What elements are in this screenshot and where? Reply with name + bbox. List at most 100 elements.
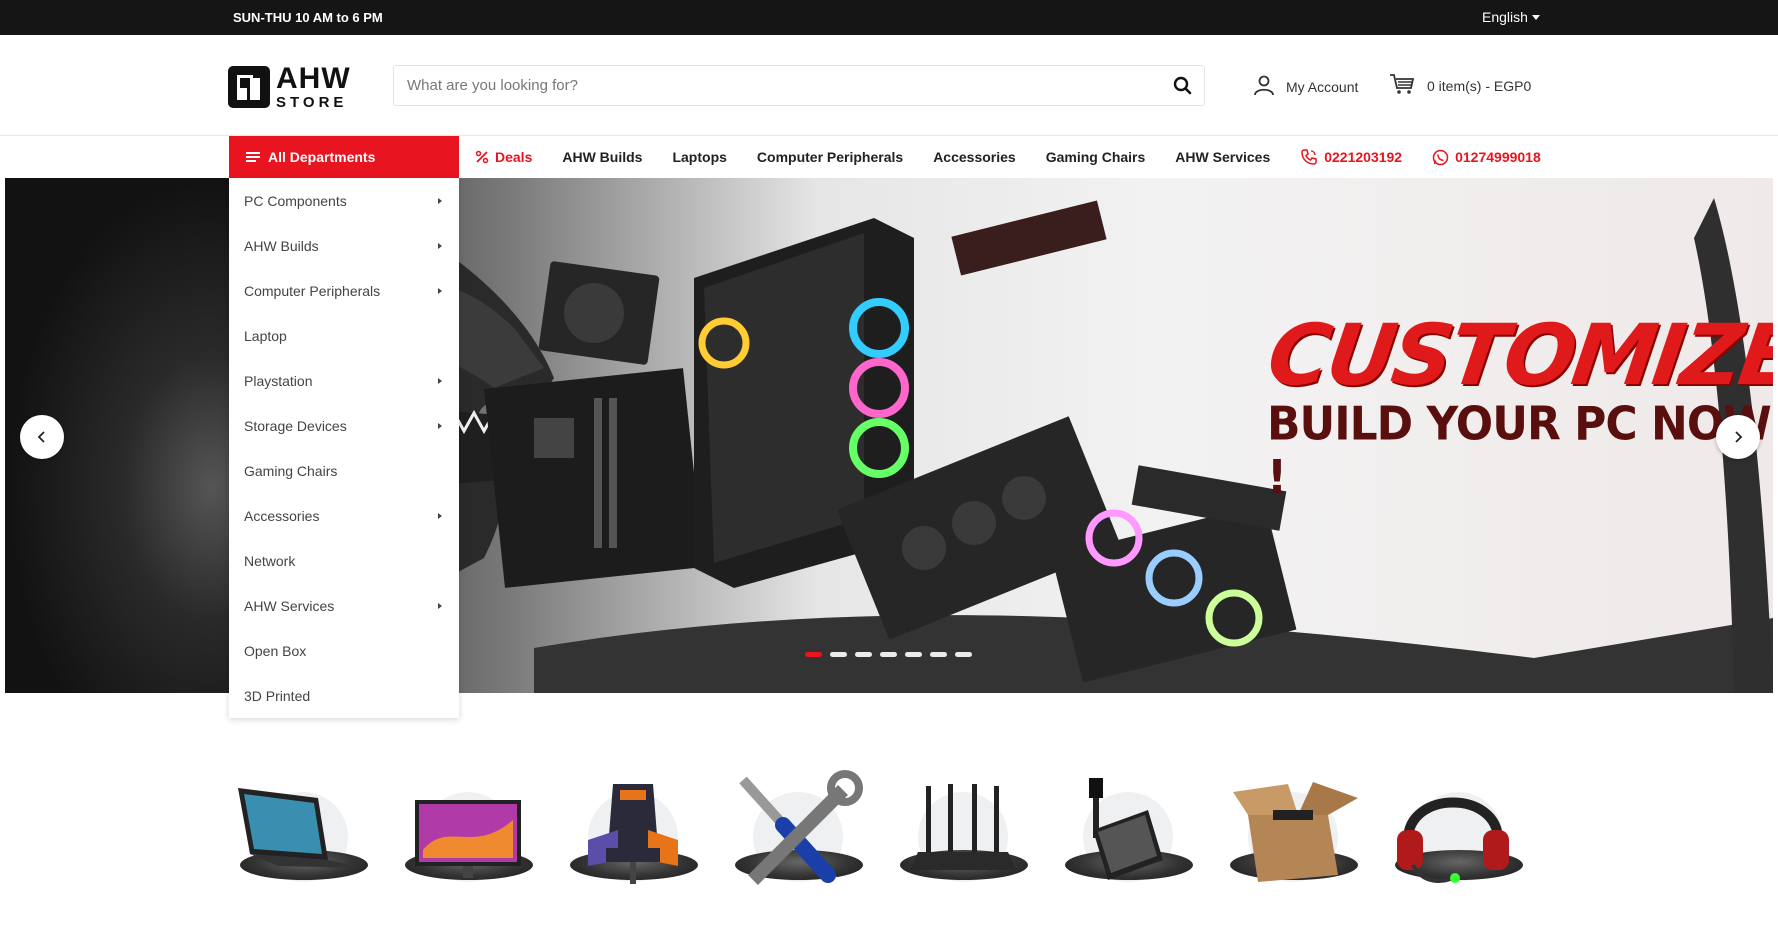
caret-down-icon: [1531, 14, 1540, 20]
dept-label: Computer Peripherals: [244, 282, 381, 299]
hero-headline: CUSTOMIZE: [1262, 306, 1773, 404]
whatsapp-icon: [1432, 149, 1449, 165]
dept-computer-peripherals[interactable]: Computer Peripherals: [229, 268, 459, 313]
phone-number: 0221203192: [1324, 149, 1403, 165]
search-bar: [393, 65, 1205, 106]
cart-link[interactable]: 0 item(s) - EGP0: [1389, 73, 1531, 98]
nav-deals-label: Deals: [495, 149, 533, 165]
user-icon: [1252, 73, 1276, 100]
top-bar: SUN-THU 10 AM to 6 PM English: [0, 0, 1778, 35]
dept-label: AHW Services: [244, 597, 335, 614]
dept-label: PC Components: [244, 192, 347, 209]
chevron-left-icon: [37, 431, 45, 443]
router-icon: [910, 784, 1016, 870]
dept-network[interactable]: Network: [229, 538, 459, 583]
dept-label: Open Box: [244, 642, 307, 659]
category-services[interactable]: [723, 770, 869, 910]
hero-subline: BUILD YOUR PC NOW !: [1267, 397, 1772, 505]
headset-icon: [1397, 797, 1509, 883]
phone-icon: [1301, 149, 1317, 165]
nav-ahw-services[interactable]: AHW Services: [1175, 149, 1270, 165]
search-icon[interactable]: [1172, 75, 1194, 97]
nav-deals[interactable]: Deals: [475, 149, 532, 165]
dept-label: Network: [244, 552, 296, 569]
cart-summary: 0 item(s) - EGP0: [1427, 77, 1532, 94]
dept-ahw-builds[interactable]: AHW Builds: [229, 223, 459, 268]
category-open-box[interactable]: [1218, 770, 1364, 910]
dept-label: Storage Devices: [244, 417, 347, 434]
working-hours: SUN-THU 10 AM to 6 PM: [233, 10, 383, 25]
my-account-link[interactable]: My Account: [1252, 73, 1358, 100]
whatsapp-number: 01274999018: [1455, 149, 1541, 165]
caret-right-icon: [438, 377, 442, 384]
category-laptop[interactable]: [228, 770, 374, 910]
dept-pc-components[interactable]: PC Components: [229, 178, 459, 223]
logo[interactable]: AHW STORE: [228, 64, 351, 110]
slider-dot[interactable]: [830, 652, 847, 657]
caret-right-icon: [438, 602, 442, 609]
dept-label: AHW Builds: [244, 237, 319, 254]
gaming-chair-icon: [588, 784, 678, 884]
nav-phone[interactable]: 0221203192: [1300, 148, 1402, 166]
category-accessories[interactable]: [1053, 770, 1199, 910]
header: AHW STORE My Account 0 item(s) - EGP0: [0, 35, 1778, 136]
caret-right-icon: [438, 287, 442, 294]
dept-laptop[interactable]: Laptop: [229, 313, 459, 358]
dept-label: Accessories: [244, 507, 320, 524]
slider-dot[interactable]: [955, 652, 972, 657]
language-label: English: [1482, 9, 1528, 25]
menu-icon: [246, 151, 260, 163]
caret-right-icon: [438, 512, 442, 519]
dept-label: Playstation: [244, 372, 313, 389]
nav-laptops[interactable]: Laptops: [672, 149, 726, 165]
slider-dot[interactable]: [880, 652, 897, 657]
slider-prev-button[interactable]: [20, 415, 64, 459]
nav-gaming-chairs[interactable]: Gaming Chairs: [1046, 149, 1146, 165]
open-box-icon: [1233, 782, 1358, 882]
laptop-icon: [238, 788, 363, 868]
logo-sub-text: STORE: [276, 94, 348, 111]
tools-icon: [739, 770, 863, 885]
monitor-icon: [415, 800, 521, 878]
dept-gaming-chairs[interactable]: Gaming Chairs: [229, 448, 459, 493]
dept-accessories[interactable]: Accessories: [229, 493, 459, 538]
search-input[interactable]: [394, 66, 1134, 105]
dept-storage-devices[interactable]: Storage Devices: [229, 403, 459, 448]
slider-dot[interactable]: [930, 652, 947, 657]
caret-right-icon: [438, 242, 442, 249]
slider-dot[interactable]: [855, 652, 872, 657]
nav-computer-peripherals[interactable]: Computer Peripherals: [757, 149, 903, 165]
dept-ahw-services[interactable]: AHW Services: [229, 583, 459, 628]
main-nav: All Departments Deals AHW Builds Laptops…: [0, 136, 1778, 178]
dept-label: 3D Printed: [244, 687, 311, 704]
dept-label: Gaming Chairs: [244, 462, 338, 479]
all-departments-button[interactable]: All Departments: [229, 136, 459, 178]
dept-3d-printed[interactable]: 3D Printed: [229, 673, 459, 718]
slider-dot[interactable]: [905, 652, 922, 657]
caret-right-icon: [438, 197, 442, 204]
departments-menu: PC Components AHW Builds Computer Periph…: [229, 178, 459, 718]
category-peripherals[interactable]: [1383, 770, 1529, 910]
category-network[interactable]: [888, 770, 1034, 910]
chevron-right-icon: [1735, 431, 1743, 443]
nav-ahw-builds[interactable]: AHW Builds: [562, 149, 642, 165]
logo-mark-icon: [228, 66, 270, 108]
category-icons-row: [228, 770, 1548, 926]
dept-open-box[interactable]: Open Box: [229, 628, 459, 673]
slider-dots: [805, 652, 972, 657]
language-selector[interactable]: English: [1482, 9, 1540, 25]
account-label: My Account: [1286, 78, 1359, 95]
percent-icon: [475, 150, 489, 164]
category-monitor[interactable]: [393, 770, 539, 910]
all-departments-label: All Departments: [268, 149, 376, 165]
logo-main-text: AHW: [276, 62, 351, 95]
caret-right-icon: [438, 422, 442, 429]
dept-label: Laptop: [244, 327, 287, 344]
phone-stand-icon: [1089, 778, 1163, 880]
nav-whatsapp[interactable]: 01274999018: [1432, 149, 1541, 166]
slider-dot[interactable]: [805, 652, 822, 657]
nav-accessories[interactable]: Accessories: [933, 149, 1016, 165]
category-gaming-chair[interactable]: [558, 770, 704, 910]
dept-playstation[interactable]: Playstation: [229, 358, 459, 403]
slider-next-button[interactable]: [1716, 415, 1760, 459]
